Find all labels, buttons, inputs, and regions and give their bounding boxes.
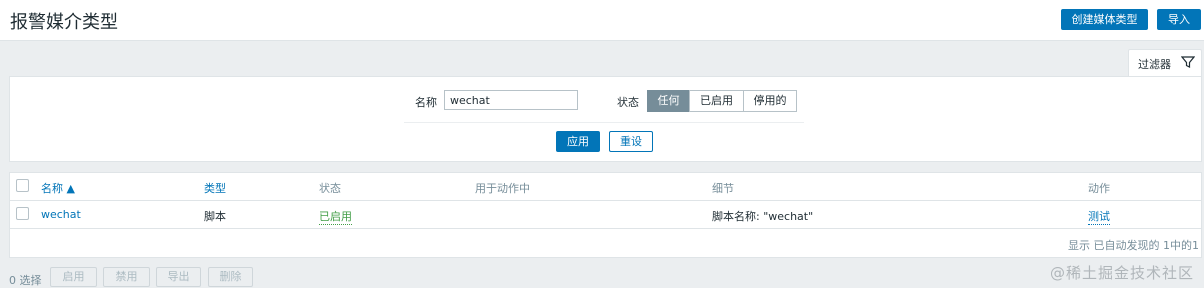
test-link[interactable]: 测试 (1088, 208, 1110, 225)
media-types-table: 名称 ▲ 类型 状态 用于动作中 细节 动作 wechat 脚本 已启用 脚本名… (9, 172, 1202, 258)
column-header-used-in-actions: 用于动作中 (475, 182, 530, 195)
status-any-option[interactable]: 任何 (647, 90, 690, 112)
media-type-name-link[interactable]: wechat (41, 208, 81, 221)
reset-button[interactable]: 重设 (609, 131, 653, 152)
status-disabled-option[interactable]: 停用的 (743, 90, 797, 112)
column-header-details: 细节 (712, 182, 734, 195)
page-header: 报警媒介类型 创建媒体类型 导入 (0, 0, 1204, 41)
disable-button[interactable]: 禁用 (103, 267, 150, 287)
filter-divider (404, 122, 804, 123)
selected-count: 0 选择 (9, 274, 42, 287)
filter-tab-label: 过滤器 (1138, 58, 1171, 71)
create-media-type-button[interactable]: 创建媒体类型 (1061, 9, 1148, 30)
apply-button[interactable]: 应用 (556, 131, 600, 152)
media-type-type: 脚本 (204, 210, 226, 223)
column-header-name[interactable]: 名称 ▲ (41, 180, 75, 196)
name-filter-input[interactable] (444, 90, 578, 110)
media-type-details: 脚本名称: "wechat" (712, 210, 814, 223)
export-button[interactable]: 导出 (156, 267, 201, 287)
name-label: 名称 (415, 96, 437, 109)
mass-action-bar: 0 选择 启用 禁用 导出 删除 (0, 265, 1204, 287)
enable-button[interactable]: 启用 (50, 267, 97, 287)
page-title: 报警媒介类型 (10, 12, 118, 33)
row-checkbox[interactable] (16, 207, 29, 220)
import-button[interactable]: 导入 (1157, 9, 1201, 30)
paging-summary: 显示 已自动发现的 1中的1 (1068, 239, 1199, 252)
header-divider (10, 200, 1201, 201)
filter-panel: 名称 状态 任何 已启用 停用的 应用 重设 (9, 76, 1202, 162)
watermark: @稀土掘金技术社区 (1049, 264, 1194, 282)
column-header-actions: 动作 (1088, 182, 1110, 195)
status-label: 状态 (617, 96, 639, 109)
status-enabled-option[interactable]: 已启用 (689, 90, 744, 112)
filter-tab[interactable]: 过滤器 (1128, 49, 1202, 76)
row-divider (10, 228, 1201, 229)
delete-button[interactable]: 删除 (208, 267, 253, 287)
column-header-status: 状态 (319, 182, 341, 195)
funnel-icon (1180, 55, 1196, 72)
select-all-checkbox[interactable] (16, 179, 29, 192)
media-type-status-toggle[interactable]: 已启用 (319, 208, 352, 225)
column-header-type[interactable]: 类型 (204, 180, 226, 196)
